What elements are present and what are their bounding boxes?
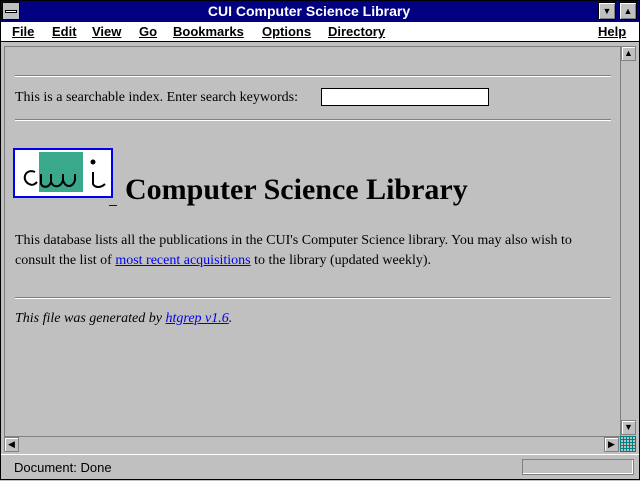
- document-view[interactable]: This is a searchable index. Enter search…: [4, 46, 620, 436]
- cui-logo-graphic: [23, 152, 106, 192]
- menu-go[interactable]: Go: [139, 24, 157, 39]
- search-prompt: This is a searchable index. Enter search…: [15, 90, 299, 105]
- system-menu-icon[interactable]: [2, 2, 20, 20]
- recent-acquisitions-link[interactable]: most recent acquisitions: [115, 253, 250, 268]
- menu-bar: File Edit View Go Bookmarks Options Dire…: [0, 22, 640, 42]
- divider: [15, 297, 611, 299]
- divider: [15, 75, 611, 77]
- progress-indicator: [522, 459, 634, 475]
- title-bar[interactable]: CUI Computer Science Library ▼ ▲: [0, 0, 640, 22]
- menu-options[interactable]: Options: [262, 24, 311, 39]
- description-text-end: to the library (updated weekly).: [250, 253, 432, 268]
- arrow-up-icon[interactable]: ▲: [621, 46, 636, 61]
- footer-period: .: [228, 311, 233, 326]
- htgrep-link[interactable]: htgrep v1.6: [166, 311, 229, 326]
- search-input[interactable]: [321, 88, 489, 106]
- menu-edit[interactable]: Edit: [52, 24, 77, 39]
- cui-logo: [13, 148, 113, 198]
- size-grip[interactable]: [620, 436, 636, 452]
- menu-file[interactable]: File: [12, 24, 34, 39]
- arrow-left-icon[interactable]: ◀: [4, 437, 19, 452]
- menu-bookmarks[interactable]: Bookmarks: [173, 24, 244, 39]
- menu-directory[interactable]: Directory: [328, 24, 385, 39]
- page-title: Computer Science Library: [125, 173, 468, 206]
- logo-link-underline: [109, 205, 117, 206]
- status-bar: Document: Done: [0, 454, 640, 481]
- footer-note: This file was generated by htgrep v1.6.: [15, 311, 232, 327]
- logo-link[interactable]: [13, 148, 113, 198]
- divider: [15, 119, 611, 121]
- maximize-icon[interactable]: ▲: [619, 2, 637, 20]
- arrow-down-icon[interactable]: ▼: [621, 420, 636, 435]
- minimize-icon[interactable]: ▼: [598, 2, 616, 20]
- footer-text: This file was generated by: [15, 311, 166, 326]
- menu-help[interactable]: Help: [598, 24, 626, 39]
- description-paragraph: This database lists all the publications…: [15, 231, 615, 271]
- vertical-scrollbar[interactable]: ▲ ▼: [620, 46, 636, 436]
- menu-view[interactable]: View: [92, 24, 121, 39]
- status-text: Document: Done: [14, 460, 112, 475]
- horizontal-scrollbar[interactable]: ◀ ▶: [4, 436, 620, 452]
- arrow-right-icon[interactable]: ▶: [604, 437, 619, 452]
- window-title: CUI Computer Science Library: [207, 3, 411, 19]
